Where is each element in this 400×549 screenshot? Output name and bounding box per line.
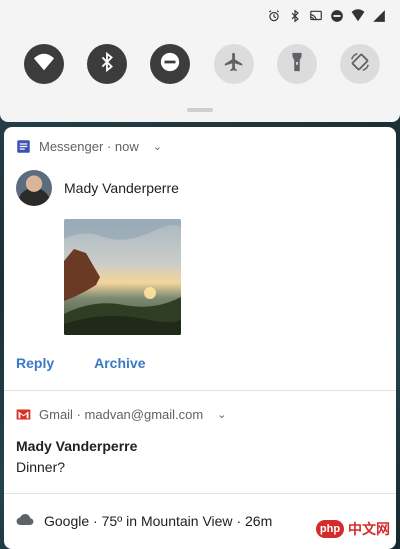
quick-settings-tiles	[24, 44, 380, 84]
weather-summary: 75º in Mountain View	[101, 512, 233, 529]
notification-header: Gmail · madvan@gmail.com ⌄	[16, 407, 226, 422]
chevron-down-icon[interactable]: ⌄	[153, 140, 162, 153]
messenger-app-icon	[16, 139, 31, 154]
app-name: Google	[44, 512, 90, 529]
notification-actions: Reply Archive	[16, 355, 145, 371]
chevron-down-icon[interactable]: ⌄	[217, 408, 226, 421]
signal-icon	[351, 9, 365, 23]
tile-do-not-disturb[interactable]	[150, 44, 191, 84]
tile-wifi[interactable]	[24, 44, 64, 84]
app-name: Messenger	[39, 139, 104, 154]
messenger-notification[interactable]: Messenger · now ⌄ Mady Vanderperre Reply…	[4, 127, 396, 390]
avatar	[16, 170, 52, 206]
battery-icon	[372, 9, 386, 23]
rotate-icon	[349, 51, 371, 78]
sender-name: Mady Vanderperre	[64, 180, 179, 196]
do-not-disturb-icon	[330, 9, 344, 23]
reply-button[interactable]: Reply	[16, 355, 54, 371]
tile-airplane-mode[interactable]	[213, 44, 254, 84]
do-not-disturb-icon	[159, 51, 181, 78]
gmail-app-icon	[16, 407, 31, 422]
wifi-icon	[33, 51, 55, 78]
notification-time: 26m	[245, 512, 273, 529]
airplane-icon	[223, 51, 245, 78]
bluetooth-icon	[288, 9, 302, 23]
mail-subject: Dinner?	[16, 459, 66, 475]
tile-flashlight[interactable]	[276, 44, 317, 84]
watermark-text: 中文网	[348, 521, 390, 537]
gmail-notification[interactable]: Gmail · madvan@gmail.com ⌄ Mady Vanderpe…	[4, 391, 396, 493]
tile-auto-rotate[interactable]	[339, 44, 380, 84]
watermark: php 中文网	[316, 519, 390, 539]
flashlight-icon	[286, 51, 308, 78]
mail-sender: Mady Vanderperre	[16, 438, 138, 454]
status-bar	[267, 9, 386, 23]
alarm-icon	[267, 9, 281, 23]
notification-header: Messenger · now ⌄	[16, 139, 162, 154]
notification-time: now	[114, 139, 139, 154]
tile-bluetooth[interactable]	[87, 44, 128, 84]
cast-icon	[309, 9, 323, 23]
archive-button[interactable]: Archive	[94, 355, 145, 371]
bluetooth-icon	[96, 51, 118, 78]
quick-settings-panel	[0, 0, 400, 122]
watermark-logo: php	[316, 520, 344, 538]
cloud-icon	[16, 512, 34, 529]
drag-handle[interactable]	[187, 108, 213, 112]
app-name: Gmail	[39, 407, 73, 422]
weather-summary-row: Google · 75º in Mountain View · 26m	[16, 512, 272, 529]
attached-photo[interactable]	[64, 219, 181, 335]
account-email: madvan@gmail.com	[84, 407, 204, 422]
